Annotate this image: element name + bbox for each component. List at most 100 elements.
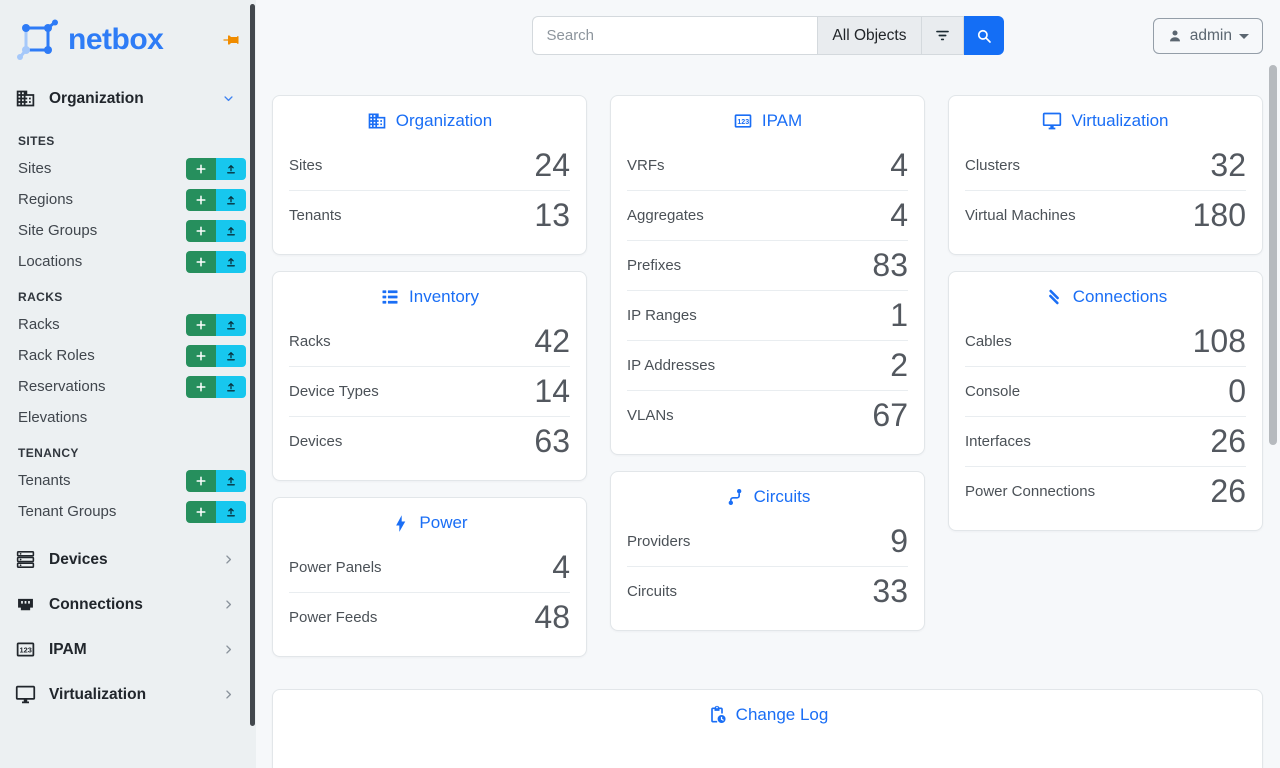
stat-label-link[interactable]: VRFs (627, 157, 665, 174)
sidebar-group-devices[interactable]: Devices (0, 537, 256, 582)
stat-label-link[interactable]: VLANs (627, 407, 674, 424)
add-button[interactable] (186, 220, 216, 242)
sidebar-link[interactable]: Regions (18, 191, 186, 208)
inventory-stack-icon (380, 287, 400, 307)
stat-value-link[interactable]: 180 (1193, 197, 1246, 234)
stat-label-link[interactable]: Interfaces (965, 433, 1031, 450)
import-button[interactable] (216, 189, 246, 211)
stat-value-link[interactable]: 108 (1193, 323, 1246, 360)
sidebar-scrollbar[interactable] (250, 4, 255, 726)
add-button[interactable] (186, 158, 216, 180)
import-button[interactable] (216, 220, 246, 242)
import-button[interactable] (216, 501, 246, 523)
stat-value-link[interactable]: 42 (534, 323, 570, 360)
import-button[interactable] (216, 376, 246, 398)
brand-text[interactable]: netbox (68, 23, 163, 57)
stat-label-link[interactable]: Cables (965, 333, 1012, 350)
sidebar-group-connections[interactable]: Connections (0, 582, 256, 627)
filter-button[interactable] (921, 16, 964, 55)
stat-label-link[interactable]: Providers (627, 533, 690, 550)
sidebar-group-organization[interactable]: Organization (0, 76, 256, 121)
main-content: All Objects admin Organization (256, 0, 1280, 768)
stat-label-link[interactable]: Clusters (965, 157, 1020, 174)
card-title-link[interactable]: Power (391, 513, 467, 533)
user-menu-button[interactable]: admin (1153, 18, 1263, 54)
card-title-link[interactable]: Inventory (380, 287, 479, 307)
stat-value-link[interactable]: 32 (1210, 147, 1246, 184)
stat-label-link[interactable]: Racks (289, 333, 331, 350)
stat-label-link[interactable]: Virtual Machines (965, 207, 1076, 224)
stat-row: Providers 9 (627, 516, 908, 566)
import-button[interactable] (216, 345, 246, 367)
stat-value-link[interactable]: 1 (890, 297, 908, 334)
stat-value-link[interactable]: 26 (1210, 473, 1246, 510)
sidebar-link[interactable]: Racks (18, 316, 186, 333)
stat-label-link[interactable]: Power Connections (965, 483, 1095, 500)
sidebar-item-regions: Regions (0, 184, 256, 215)
sidebar-link[interactable]: Locations (18, 253, 186, 270)
card-title-link[interactable]: Connections (1044, 287, 1168, 307)
stat-value-link[interactable]: 63 (534, 423, 570, 460)
add-button[interactable] (186, 376, 216, 398)
add-button[interactable] (186, 345, 216, 367)
stat-value-link[interactable]: 13 (534, 197, 570, 234)
stat-value-link[interactable]: 4 (890, 147, 908, 184)
stat-label-link[interactable]: IP Addresses (627, 357, 715, 374)
card-title-link[interactable]: Virtualization (1042, 111, 1168, 131)
sidebar-link[interactable]: Site Groups (18, 222, 186, 239)
stat-value-link[interactable]: 4 (890, 197, 908, 234)
stat-value-link[interactable]: 48 (534, 599, 570, 636)
card-header: IPAM (611, 96, 924, 140)
ip-counter-icon (733, 111, 753, 131)
sidebar-link[interactable]: Sites (18, 160, 186, 177)
sidebar-link[interactable]: Tenant Groups (18, 503, 186, 520)
import-button[interactable] (216, 158, 246, 180)
stat-label-link[interactable]: Console (965, 383, 1020, 400)
add-button[interactable] (186, 470, 216, 492)
import-button[interactable] (216, 251, 246, 273)
search-button[interactable] (964, 16, 1004, 55)
sidebar-link[interactable]: Reservations (18, 378, 186, 395)
stat-value-link[interactable]: 24 (534, 147, 570, 184)
stat-label-link[interactable]: Devices (289, 433, 342, 450)
sidebar-group-ipam[interactable]: IPAM (0, 627, 256, 672)
stat-value-link[interactable]: 9 (890, 523, 908, 560)
sidebar-link[interactable]: Rack Roles (18, 347, 186, 364)
stat-label-link[interactable]: IP Ranges (627, 307, 697, 324)
add-button[interactable] (186, 189, 216, 211)
import-button[interactable] (216, 314, 246, 336)
search-scope-select[interactable]: All Objects (817, 16, 920, 55)
stat-value-link[interactable]: 2 (890, 347, 908, 384)
stat-label-link[interactable]: Sites (289, 157, 322, 174)
card-title-link[interactable]: Organization (367, 111, 492, 131)
netbox-logo-icon[interactable] (14, 18, 62, 62)
stat-value-link[interactable]: 67 (872, 397, 908, 434)
sidebar-pin-button[interactable] (222, 31, 240, 49)
stat-value-link[interactable]: 83 (872, 247, 908, 284)
stat-label-link[interactable]: Power Feeds (289, 609, 377, 626)
stat-value-link[interactable]: 33 (872, 573, 908, 610)
stat-label-link[interactable]: Aggregates (627, 207, 704, 224)
search-input[interactable] (532, 16, 818, 55)
stat-label-link[interactable]: Device Types (289, 383, 379, 400)
import-button[interactable] (216, 470, 246, 492)
stat-value-link[interactable]: 0 (1228, 373, 1246, 410)
add-button[interactable] (186, 314, 216, 336)
sidebar-link[interactable]: Tenants (18, 472, 186, 489)
sidebar-group-virtualization[interactable]: Virtualization (0, 672, 256, 717)
stat-value-link[interactable]: 4 (552, 549, 570, 586)
stat-label-link[interactable]: Tenants (289, 207, 342, 224)
main-scrollbar[interactable] (1269, 65, 1277, 445)
card-title-link[interactable]: Circuits (725, 487, 811, 507)
stat-label-link[interactable]: Prefixes (627, 257, 681, 274)
stat-value-link[interactable]: 26 (1210, 423, 1246, 460)
stat-label-link[interactable]: Circuits (627, 583, 677, 600)
stat-value-link[interactable]: 14 (534, 373, 570, 410)
sidebar-link[interactable]: Elevations (18, 409, 246, 426)
stat-row: Power Panels 4 (289, 542, 570, 592)
card-title-link[interactable]: IPAM (733, 111, 802, 131)
add-button[interactable] (186, 251, 216, 273)
stat-label-link[interactable]: Power Panels (289, 559, 382, 576)
card-title-link[interactable]: Change Log (707, 705, 829, 725)
add-button[interactable] (186, 501, 216, 523)
